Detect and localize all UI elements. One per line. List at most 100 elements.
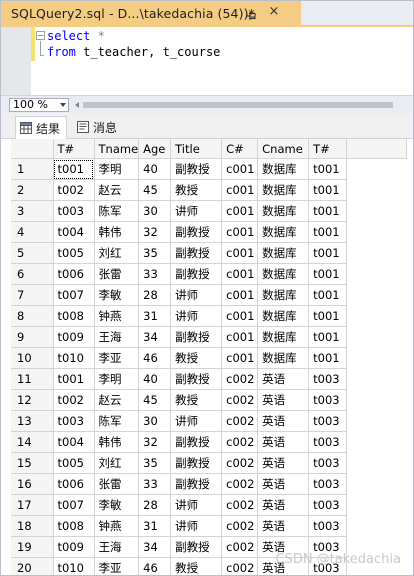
pin-icon[interactable] xyxy=(246,7,258,20)
table-row[interactable]: 12 t002 赵云 45 教授 c002 英语 t003 xyxy=(11,389,407,411)
table-row[interactable]: 16 t006 张雷 33 副教授 c002 英语 t003 xyxy=(11,473,407,495)
row-number[interactable]: 1 xyxy=(11,158,54,180)
row-number[interactable]: 14 xyxy=(11,431,54,453)
table-row[interactable]: 8 t008 钟燕 31 讲师 c001 数据库 t001 xyxy=(11,305,407,327)
table-cell[interactable]: t003 xyxy=(308,536,348,558)
table-cell[interactable]: 李敏 xyxy=(94,284,140,306)
table-cell[interactable]: 英语 xyxy=(257,494,310,516)
table-cell[interactable]: 刘红 xyxy=(94,242,140,264)
table-cell[interactable]: 副教授 xyxy=(170,452,223,474)
table-cell[interactable]: 数据库 xyxy=(257,158,310,180)
table-cell[interactable]: 数据库 xyxy=(257,326,310,348)
table-cell[interactable]: t001 xyxy=(308,305,348,327)
table-cell[interactable]: 讲师 xyxy=(170,305,223,327)
column-header[interactable]: Cname xyxy=(257,139,310,159)
tab-results[interactable]: 结果 xyxy=(15,116,68,139)
column-header[interactable]: C# xyxy=(221,139,259,159)
table-cell[interactable]: 李明 xyxy=(94,158,140,180)
table-cell[interactable]: t001 xyxy=(308,263,348,285)
table-cell[interactable]: 32 xyxy=(138,221,172,243)
row-number[interactable]: 16 xyxy=(11,473,54,495)
table-cell[interactable]: 英语 xyxy=(257,431,310,453)
table-cell[interactable]: t003 xyxy=(53,410,95,432)
table-cell[interactable]: 英语 xyxy=(257,389,310,411)
table-cell[interactable]: 钟燕 xyxy=(94,515,140,537)
row-number[interactable]: 6 xyxy=(11,263,54,285)
table-cell[interactable]: 副教授 xyxy=(170,158,223,180)
table-cell[interactable]: 张雷 xyxy=(94,473,140,495)
table-cell[interactable]: 31 xyxy=(138,305,172,327)
table-cell[interactable]: t004 xyxy=(53,221,95,243)
table-cell[interactable]: t003 xyxy=(53,200,95,222)
table-row[interactable]: 5 t005 刘红 35 副教授 c001 数据库 t001 xyxy=(11,242,407,264)
code-line-2[interactable]: from t_teacher, t_course xyxy=(47,45,220,59)
table-cell[interactable]: 30 xyxy=(138,410,172,432)
table-cell[interactable]: 讲师 xyxy=(170,515,223,537)
table-cell[interactable]: 英语 xyxy=(257,368,310,390)
table-cell[interactable]: 讲师 xyxy=(170,200,223,222)
table-cell[interactable]: c002 xyxy=(221,494,259,516)
table-cell[interactable]: t003 xyxy=(308,557,348,575)
column-header[interactable]: Tname xyxy=(94,139,140,159)
code-line-1[interactable]: select * xyxy=(47,29,105,43)
close-tab-icon[interactable]: × xyxy=(267,5,281,19)
table-row[interactable]: 2 t002 赵云 45 教授 c001 数据库 t001 xyxy=(11,179,407,201)
table-cell[interactable]: t003 xyxy=(308,431,348,453)
table-cell[interactable]: t003 xyxy=(308,410,348,432)
table-cell[interactable]: 刘红 xyxy=(94,452,140,474)
table-cell[interactable]: 韩伟 xyxy=(94,431,140,453)
table-cell[interactable]: 46 xyxy=(138,347,172,369)
table-cell[interactable]: 数据库 xyxy=(257,284,310,306)
horizontal-scrollbar[interactable] xyxy=(73,99,409,111)
row-number[interactable]: 13 xyxy=(11,410,54,432)
table-cell[interactable]: t007 xyxy=(53,284,95,306)
table-cell[interactable]: 副教授 xyxy=(170,536,223,558)
table-cell[interactable]: 李亚 xyxy=(94,557,140,575)
table-cell[interactable]: t001 xyxy=(308,347,348,369)
table-row[interactable]: 13 t003 陈军 30 讲师 c002 英语 t003 xyxy=(11,410,407,432)
table-cell[interactable]: c002 xyxy=(221,557,259,575)
table-cell[interactable]: c001 xyxy=(221,305,259,327)
column-header[interactable]: T# xyxy=(53,139,95,159)
table-cell[interactable]: t003 xyxy=(308,368,348,390)
table-row[interactable]: 17 t007 李敏 28 讲师 c002 英语 t003 xyxy=(11,494,407,516)
table-cell[interactable]: 45 xyxy=(138,179,172,201)
table-cell[interactable]: c001 xyxy=(221,221,259,243)
column-header[interactable]: T# xyxy=(308,139,348,159)
table-cell[interactable]: 王海 xyxy=(94,326,140,348)
row-number[interactable]: 18 xyxy=(11,515,54,537)
table-cell[interactable]: 34 xyxy=(138,326,172,348)
table-cell[interactable]: c002 xyxy=(221,452,259,474)
sql-editor[interactable]: − select * from t_teacher, t_course xyxy=(1,27,413,95)
table-cell[interactable]: 英语 xyxy=(257,473,310,495)
row-number[interactable]: 4 xyxy=(11,221,54,243)
table-cell[interactable]: c001 xyxy=(221,284,259,306)
table-cell[interactable]: 讲师 xyxy=(170,494,223,516)
table-cell[interactable]: t004 xyxy=(53,431,95,453)
column-header[interactable]: Title xyxy=(170,139,223,159)
table-cell[interactable]: c002 xyxy=(221,410,259,432)
table-cell[interactable]: 副教授 xyxy=(170,326,223,348)
table-cell[interactable]: 讲师 xyxy=(170,284,223,306)
table-row[interactable]: 11 t001 李明 40 副教授 c002 英语 t003 xyxy=(11,368,407,390)
row-number[interactable]: 10 xyxy=(11,347,54,369)
table-cell[interactable]: c002 xyxy=(221,515,259,537)
table-cell[interactable]: t002 xyxy=(53,389,95,411)
table-row[interactable]: 4 t004 韩伟 32 副教授 c001 数据库 t001 xyxy=(11,221,407,243)
table-cell[interactable]: 40 xyxy=(138,158,172,180)
table-cell[interactable]: 赵云 xyxy=(94,179,140,201)
table-cell[interactable]: 英语 xyxy=(257,452,310,474)
table-cell[interactable]: t009 xyxy=(53,536,95,558)
scrollbar-thumb[interactable] xyxy=(83,102,393,108)
table-cell[interactable]: 35 xyxy=(138,452,172,474)
table-cell[interactable]: t010 xyxy=(53,557,95,575)
table-cell[interactable]: 数据库 xyxy=(257,200,310,222)
table-cell[interactable]: 副教授 xyxy=(170,263,223,285)
table-row[interactable]: 19 t009 王海 34 副教授 c002 英语 t003 xyxy=(11,536,407,558)
table-cell[interactable]: t001 xyxy=(53,158,95,180)
table-cell[interactable]: 教授 xyxy=(170,389,223,411)
row-number[interactable]: 12 xyxy=(11,389,54,411)
table-cell[interactable]: t003 xyxy=(308,494,348,516)
table-cell[interactable]: 韩伟 xyxy=(94,221,140,243)
table-cell[interactable]: 数据库 xyxy=(257,263,310,285)
